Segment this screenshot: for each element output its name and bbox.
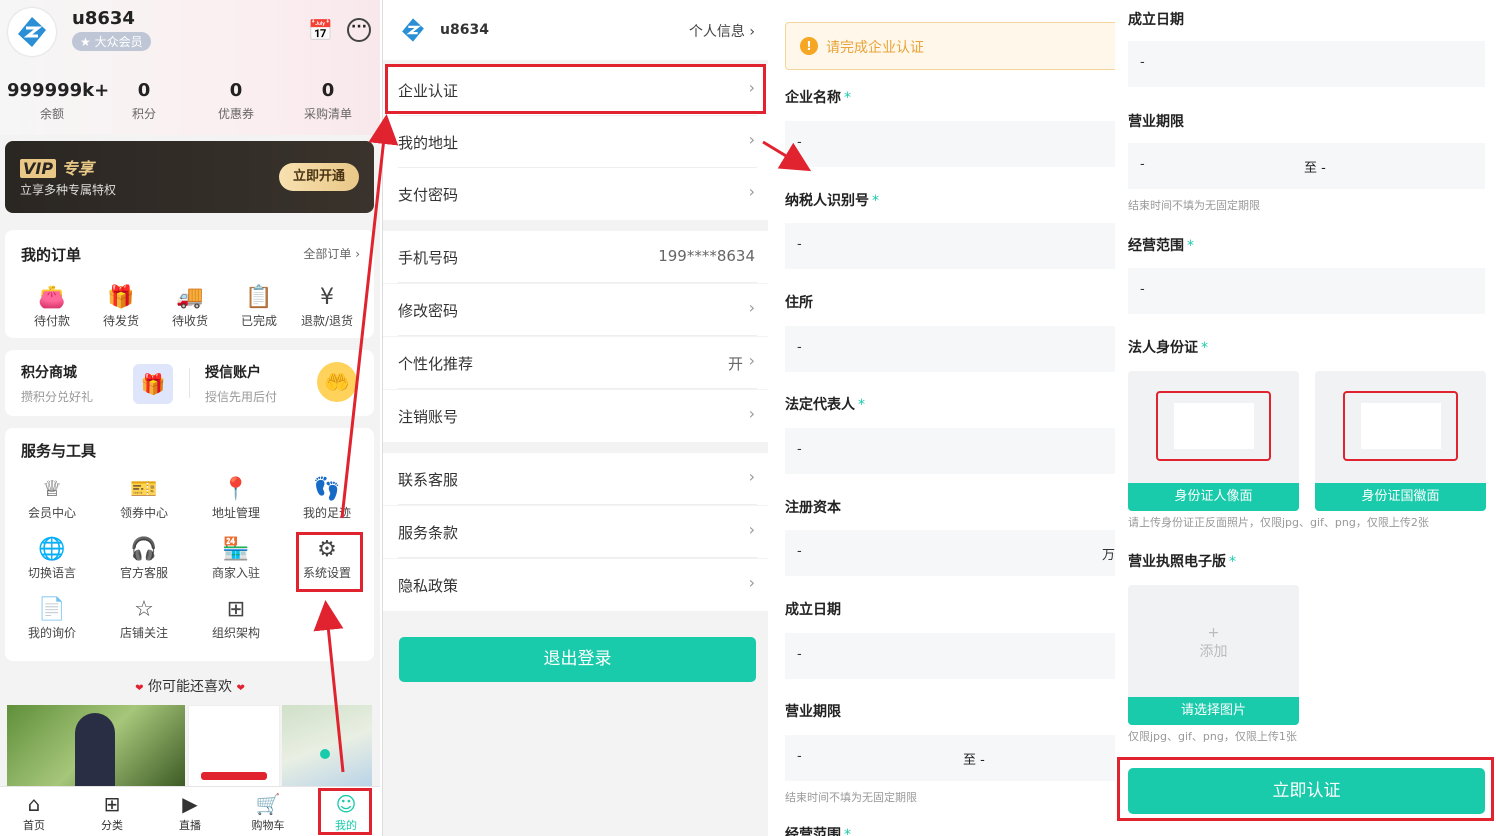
arrow-cert-to-form — [762, 140, 812, 172]
annotation-arrows — [313, 114, 812, 773]
arrow-settings-to-cert — [340, 114, 399, 519]
arrow-mine-to-settings — [313, 600, 345, 773]
